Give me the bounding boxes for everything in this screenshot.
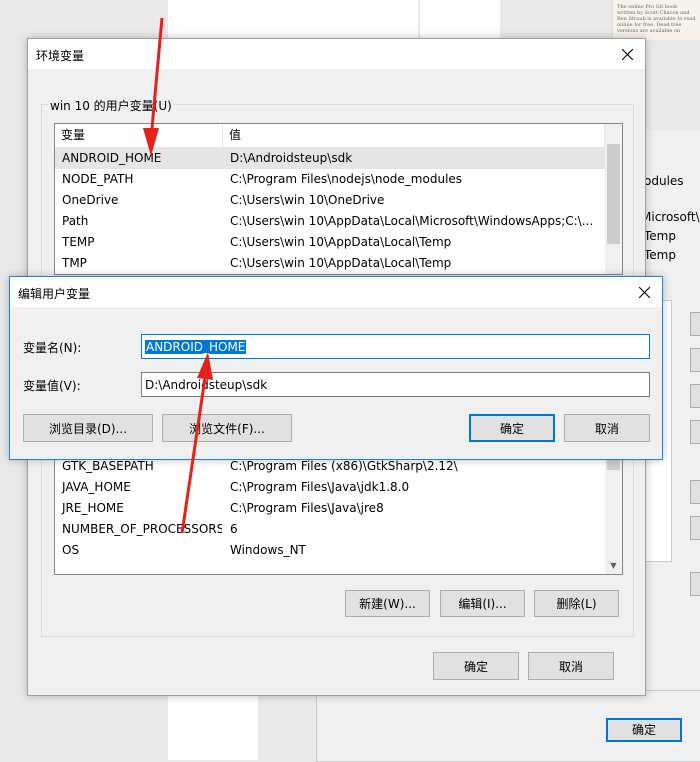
background-button-6 xyxy=(690,516,700,540)
row-variable-name: NODE_PATH xyxy=(62,172,134,186)
edit-variable-button[interactable]: 编辑(I)... xyxy=(440,590,525,617)
user-variables-label: win 10 的用户变量(U) xyxy=(48,97,174,114)
background-window-top2 xyxy=(420,0,500,40)
system-list-scrollbar[interactable]: ▼ xyxy=(605,450,622,574)
table-row[interactable]: OneDrive C:\Users\win 10\OneDrive xyxy=(55,190,605,211)
background-button-5 xyxy=(690,480,700,504)
background-button-3 xyxy=(690,384,700,408)
row-variable-name: ANDROID_HOME xyxy=(62,151,162,165)
row-variable-value: C:\Users\win 10\AppData\Local\Microsoft\… xyxy=(230,214,594,228)
variable-name-input[interactable]: ANDROID_HOME xyxy=(141,334,650,359)
row-variable-value: C:\Users\win 10\AppData\Local\Temp xyxy=(230,235,452,249)
row-variable-name: OS xyxy=(62,543,80,557)
variable-value-label: 变量值(V): xyxy=(23,379,81,393)
browse-file-button[interactable]: 浏览文件(F)... xyxy=(162,414,292,442)
row-variable-value: C:\Program Files\nodejs\node_modules xyxy=(230,172,463,186)
table-row[interactable]: Path C:\Users\win 10\AppData\Local\Micro… xyxy=(55,211,605,232)
row-variable-value: Windows_NT xyxy=(230,543,306,557)
background-book-panel: The online Pro Git book written by Scott… xyxy=(612,0,700,40)
background-text-2: Microsoft\W xyxy=(641,210,700,224)
table-row[interactable]: NUMBER_OF_PROCESSORS 6 xyxy=(55,519,605,540)
background-button-4 xyxy=(690,420,700,444)
system-variables-list[interactable]: GTK_BASEPATH C:\Program Files (x86)\GtkS… xyxy=(54,449,623,575)
row-variable-name: TMP xyxy=(62,256,87,270)
row-variable-value: C:\Users\win 10\AppData\Local\Temp xyxy=(230,256,452,270)
edit-dialog-title: 编辑用户变量 xyxy=(18,287,91,301)
row-variable-name: JRE_HOME xyxy=(62,501,124,515)
env-dialog-title: 环境变量 xyxy=(36,49,85,63)
env-dialog-close-button[interactable] xyxy=(609,39,645,69)
table-row[interactable]: JRE_HOME C:\Program Files\Java\jre8 xyxy=(55,498,605,519)
column-header-variable[interactable]: 变量 xyxy=(55,124,223,147)
variable-value-value: D:\Androidsteup\sdk xyxy=(145,377,268,392)
close-icon xyxy=(638,286,650,298)
table-row[interactable]: TEMP C:\Users\win 10\AppData\Local\Temp xyxy=(55,232,605,253)
edit-cancel-button[interactable]: 取消 xyxy=(564,414,650,442)
delete-variable-button[interactable]: 删除(L) xyxy=(534,590,619,617)
variable-name-label: 变量名(N): xyxy=(23,341,82,355)
row-variable-name: OneDrive xyxy=(62,193,119,207)
book-snippet: The online Pro Git book written by Scott… xyxy=(617,4,696,34)
variable-name-value: ANDROID_HOME xyxy=(145,339,247,354)
column-header-value[interactable]: 值 xyxy=(223,124,605,147)
table-row[interactable]: ANDROID_HOME D:\Androidsteup\sdk xyxy=(55,148,605,169)
row-variable-value: C:\Users\win 10\OneDrive xyxy=(230,193,385,207)
background-button-7 xyxy=(690,572,700,596)
background-ok-button[interactable]: 确定 xyxy=(606,718,682,742)
edit-dialog-close-button[interactable] xyxy=(626,277,662,307)
row-variable-value: 6 xyxy=(230,522,238,536)
env-dialog-titlebar: 环境变量 xyxy=(28,39,645,69)
table-row[interactable]: JAVA_HOME C:\Program Files\Java\jdk1.8.0 xyxy=(55,477,605,498)
edit-dialog-titlebar: 编辑用户变量 xyxy=(10,277,662,307)
row-variable-value: C:\Program Files\Java\jdk1.8.0 xyxy=(230,480,410,494)
list-header: 变量 值 xyxy=(55,124,605,148)
env-ok-button[interactable]: 确定 xyxy=(433,652,519,680)
row-variable-name: NUMBER_OF_PROCESSORS xyxy=(62,522,222,536)
env-cancel-button[interactable]: 取消 xyxy=(528,652,614,680)
variable-value-input[interactable]: D:\Androidsteup\sdk xyxy=(141,372,650,397)
user-list-scrollbar[interactable] xyxy=(605,124,622,274)
edit-ok-button[interactable]: 确定 xyxy=(469,414,555,442)
row-variable-name: Path xyxy=(62,214,89,228)
table-row[interactable]: NODE_PATH C:\Program Files\nodejs\node_m… xyxy=(55,169,605,190)
browse-directory-button[interactable]: 浏览目录(D)... xyxy=(23,414,153,442)
background-text-4: Temp xyxy=(644,248,676,262)
row-variable-name: JAVA_HOME xyxy=(62,480,131,494)
background-text-3: Temp xyxy=(644,229,676,243)
close-icon xyxy=(621,48,633,60)
background-button-2 xyxy=(690,348,700,372)
table-row[interactable]: OS Windows_NT xyxy=(55,540,605,561)
row-variable-value: C:\Program Files\Java\jre8 xyxy=(230,501,384,515)
row-variable-value: D:\Androidsteup\sdk xyxy=(230,151,353,165)
edit-variable-dialog: 编辑用户变量 变量名(N): ANDROID_HOME 变量值(V): D:\A… xyxy=(9,276,663,460)
scrollbar-thumb[interactable] xyxy=(607,144,620,244)
background-window-top xyxy=(258,0,418,40)
user-variables-list[interactable]: 变量 值 ANDROID_HOME D:\Androidsteup\sdk NO… xyxy=(54,123,623,275)
scroll-down-icon[interactable]: ▼ xyxy=(605,557,622,574)
new-variable-button[interactable]: 新建(W)... xyxy=(345,590,430,617)
row-variable-name: TEMP xyxy=(62,235,95,249)
table-row[interactable]: TMP C:\Users\win 10\AppData\Local\Temp xyxy=(55,253,605,274)
background-button-1 xyxy=(690,312,700,336)
background-text-1: odules xyxy=(644,174,684,188)
